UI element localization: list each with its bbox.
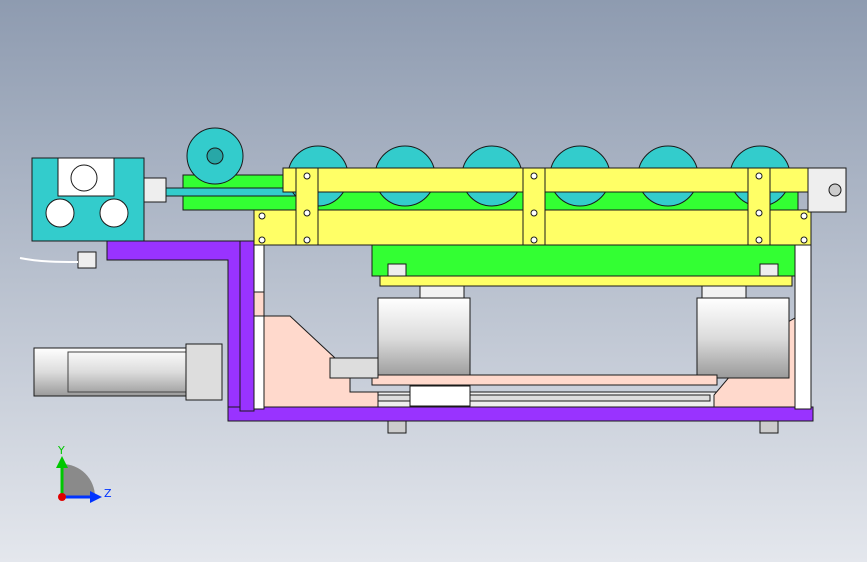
bolt [755,172,763,180]
roller-1-hub [206,147,224,165]
bolt [800,236,808,244]
bolt [530,236,538,244]
bolt [755,236,763,244]
peach-block-left [253,291,265,317]
yellow-strap-1 [295,167,319,246]
lift-plate-bolt-right [759,263,779,277]
drive-port-left [45,198,75,228]
bolt [530,172,538,180]
lower-guide-block [409,385,471,407]
bolt [755,209,763,217]
bolt [800,212,808,220]
cad-viewport[interactable]: Y Z [0,0,867,562]
model-canvas[interactable]: Y Z [0,0,867,562]
cylinder-right-body [696,297,790,379]
drive-coupling [143,177,167,203]
foot-right [759,420,779,434]
drive-belt-guide [149,187,301,197]
yellow-strap-3 [747,167,771,246]
main-frame-left-post [253,240,265,410]
right-end-sensor [828,183,842,197]
drive-port-right [99,198,129,228]
triad-y-label: Y [57,444,65,457]
cylinder-rod-crossbar [371,374,718,386]
main-frame-right-post [794,240,812,410]
frame-lower-shaft [349,394,711,402]
cylinder-right-cap [701,285,747,299]
bolt [258,212,266,220]
cylinder-left-cap [419,285,465,299]
foot-left [387,420,407,434]
triad-origin [58,493,66,501]
lift-plate-bolt-left [387,263,407,277]
bolt [258,236,266,244]
purple-base-plate [227,406,814,422]
bolt [530,209,538,217]
bolt [303,209,311,217]
purple-upright [239,240,255,412]
bolt [303,172,311,180]
cylinder-left-body [377,297,471,379]
servo-motor-flange [185,343,223,401]
triad-z-label: Z [104,487,112,500]
yellow-strap-2 [522,167,546,246]
drive-shaft [70,164,98,192]
drive-connector [77,251,97,269]
yellow-top-rail [282,167,812,193]
cylinder-left-fitting [329,357,379,379]
green-lift-plate [371,244,796,277]
bolt [303,236,311,244]
yellow-lift-plate [379,275,793,287]
